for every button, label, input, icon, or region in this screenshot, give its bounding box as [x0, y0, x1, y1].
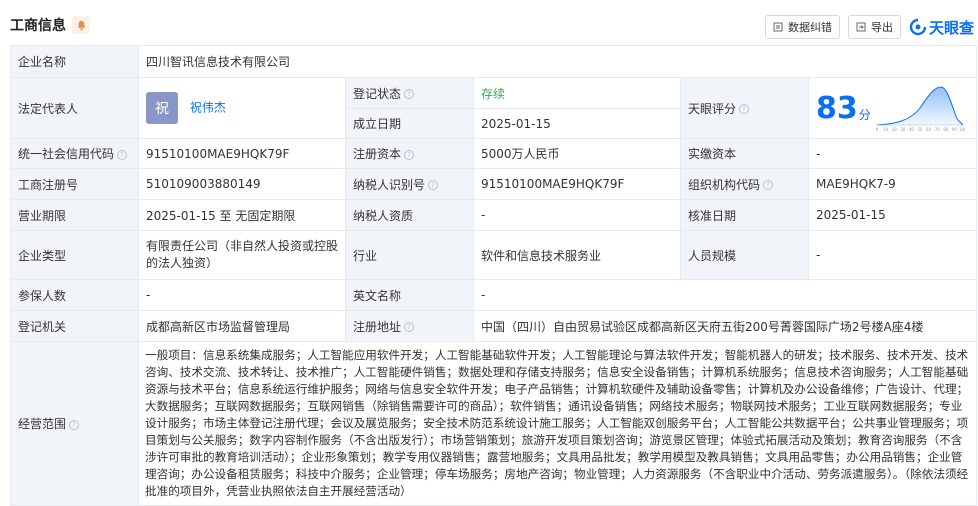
english-name-value: -	[472, 279, 978, 311]
score-distribution-chart: 0 102030405060708090100	[875, 86, 965, 132]
est-date-label: 成立日期	[345, 108, 474, 139]
edit-icon	[773, 22, 783, 32]
table-row: 企业名称 四川智讯信息技术有限公司	[10, 45, 978, 78]
approval-date-label: 核准日期	[680, 199, 809, 231]
logo-icon	[909, 18, 927, 36]
staff-size-value: -	[807, 230, 978, 280]
paid-capital-label: 实缴资本	[680, 138, 809, 169]
taxpayer-id-label-cell: 纳税人识别号?	[345, 168, 474, 200]
data-correction-button[interactable]: 数据纠错	[764, 15, 840, 39]
company-type-value: 有限责任公司（非自然人投资或控股的法人独资）	[138, 230, 346, 280]
help-icon[interactable]: ?	[404, 149, 415, 160]
business-info-table: 企业名称 四川智讯信息技术有限公司 法定代表人 祝 祝伟杰 登记状态? 存续 天…	[10, 45, 978, 506]
scope-value: 一般项目：信息系统集成服务；人工智能应用软件开发；人工智能基础软件开发；人工智能…	[137, 341, 978, 506]
table-row: 企业类型 有限责任公司（非自然人投资或控股的法人独资） 行业 软件和信息技术服务…	[10, 230, 978, 280]
scope-label: 经营范围	[18, 417, 67, 431]
table-row: 统一社会信用代码? 91510100MAE9HQK79F 注册资本? 5000万…	[10, 138, 978, 169]
taxpayer-id-label: 纳税人识别号	[353, 177, 426, 192]
insured-label: 参保人数	[10, 279, 139, 311]
org-code-value: MAE9HQK7-9	[807, 168, 978, 200]
avatar: 祝	[146, 92, 178, 124]
table-row: 营业期限 2025-01-15 至 无固定期限 纳税人资质 - 核准日期 202…	[10, 199, 978, 231]
credit-code-label-cell: 统一社会信用代码?	[10, 138, 139, 169]
reg-capital-label-cell: 注册资本?	[345, 138, 474, 169]
score-axis-tick: 40	[909, 127, 915, 132]
export-button[interactable]: 导出	[847, 15, 901, 39]
authority-label: 登记机关	[10, 310, 139, 342]
tianyan-score-cell[interactable]: 83 分 0 102030405060708090100	[807, 77, 978, 139]
authority-value: 成都高新区市场监督管理局	[138, 310, 346, 342]
score-axis-tick: 60	[926, 127, 932, 132]
score-axis-tick: 20	[891, 127, 897, 132]
table-row: 参保人数 - 英文名称 -	[10, 279, 978, 311]
paid-capital-value: -	[807, 138, 978, 169]
reg-capital-value: 5000万人民币	[473, 138, 681, 169]
score-axis-tick: 80	[943, 127, 949, 132]
industry-value: 软件和信息技术服务业	[473, 230, 681, 280]
score-value: 83	[816, 90, 858, 126]
table-row: 法定代表人 祝 祝伟杰 登记状态? 存续 天眼评分? 83 分 0 10 20 …	[10, 77, 978, 139]
table-row: 经营范围? 一般项目：信息系统集成服务；人工智能应用软件开发；人工智能基础软件开…	[10, 341, 978, 506]
score-axis-tick: 70	[934, 127, 940, 132]
section-title: 工商信息	[10, 18, 66, 34]
credit-code-value: 91510100MAE9HQK79F	[138, 138, 346, 169]
credit-code-label: 统一社会信用代码	[18, 147, 115, 161]
approval-date-value: 2025-01-15	[807, 199, 978, 231]
legal-rep-link[interactable]: 祝伟杰	[190, 101, 226, 115]
help-icon[interactable]: ?	[739, 104, 750, 114]
logo-text: 天眼查	[928, 18, 974, 37]
score-axis-tick: 90	[952, 127, 958, 132]
table-row: 工商注册号 510109003880149 纳税人识别号? 91510100MA…	[10, 168, 978, 200]
english-name-label: 英文名称	[345, 279, 474, 311]
help-icon[interactable]: ?	[763, 180, 774, 190]
reg-status-label-cell: 登记状态?	[345, 77, 474, 109]
term-value: 2025-01-15 至 无固定期限	[138, 199, 346, 231]
reg-capital-label: 注册资本	[353, 147, 402, 161]
help-icon[interactable]: ?	[404, 89, 415, 99]
company-type-label: 企业类型	[10, 230, 139, 280]
address-label-cell: 注册地址?	[345, 310, 474, 342]
legal-rep-label: 法定代表人	[10, 77, 139, 139]
company-name-value: 四川智讯信息技术有限公司	[137, 45, 978, 78]
score-axis-tick: 30	[900, 127, 906, 132]
term-label: 营业期限	[10, 199, 139, 231]
score-axis-tick: 10	[883, 127, 889, 132]
tianyancha-logo[interactable]: 天眼查	[909, 17, 974, 38]
org-code-label-cell: 组织机构代码?	[680, 168, 809, 200]
company-name-label: 企业名称	[10, 45, 139, 78]
industry-label: 行业	[345, 230, 474, 280]
taxpayer-qual-value: -	[473, 199, 681, 231]
help-icon[interactable]: ?	[69, 419, 80, 430]
tianyan-score-label: 天眼评分	[688, 101, 737, 116]
help-icon[interactable]: ?	[428, 180, 439, 190]
reg-no-value: 510109003880149	[138, 168, 346, 200]
score-unit: 分	[858, 107, 871, 122]
export-label: 导出	[870, 21, 893, 34]
est-date-value: 2025-01-15	[473, 108, 681, 139]
reg-status-label: 登记状态	[353, 86, 402, 101]
score-axis-tick: 0	[875, 127, 878, 132]
section-header: 工商信息 数据纠错 导出 天眼查	[0, 0, 978, 50]
scope-label-cell: 经营范围?	[10, 341, 139, 506]
insured-value: -	[138, 279, 346, 311]
reg-no-label: 工商注册号	[10, 168, 139, 200]
address-value: 中国（四川）自由贸易试验区成都高新区天府五街200号菁蓉国际广场2号楼A座4楼	[472, 310, 978, 342]
taxpayer-id-value: 91510100MAE9HQK79F	[473, 168, 681, 200]
tianyan-score-label-cell: 天眼评分?	[680, 77, 809, 139]
address-label: 注册地址	[353, 319, 402, 334]
table-row: 登记机关 成都高新区市场监督管理局 注册地址? 中国（四川）自由贸易试验区成都高…	[10, 310, 978, 342]
org-code-label: 组织机构代码	[688, 177, 761, 192]
data-correction-label: 数据纠错	[787, 21, 832, 34]
reg-status-value: 存续	[473, 77, 681, 109]
score-axis-tick: 50	[917, 127, 923, 132]
staff-size-label: 人员规模	[680, 230, 809, 280]
taxpayer-qual-label: 纳税人资质	[345, 199, 474, 231]
score-axis-tick: 100	[959, 127, 965, 132]
export-icon	[856, 22, 866, 32]
bell-icon[interactable]	[72, 16, 90, 34]
help-icon[interactable]: ?	[404, 322, 415, 332]
help-icon[interactable]: ?	[117, 149, 128, 160]
legal-rep-cell: 祝 祝伟杰	[138, 77, 346, 139]
